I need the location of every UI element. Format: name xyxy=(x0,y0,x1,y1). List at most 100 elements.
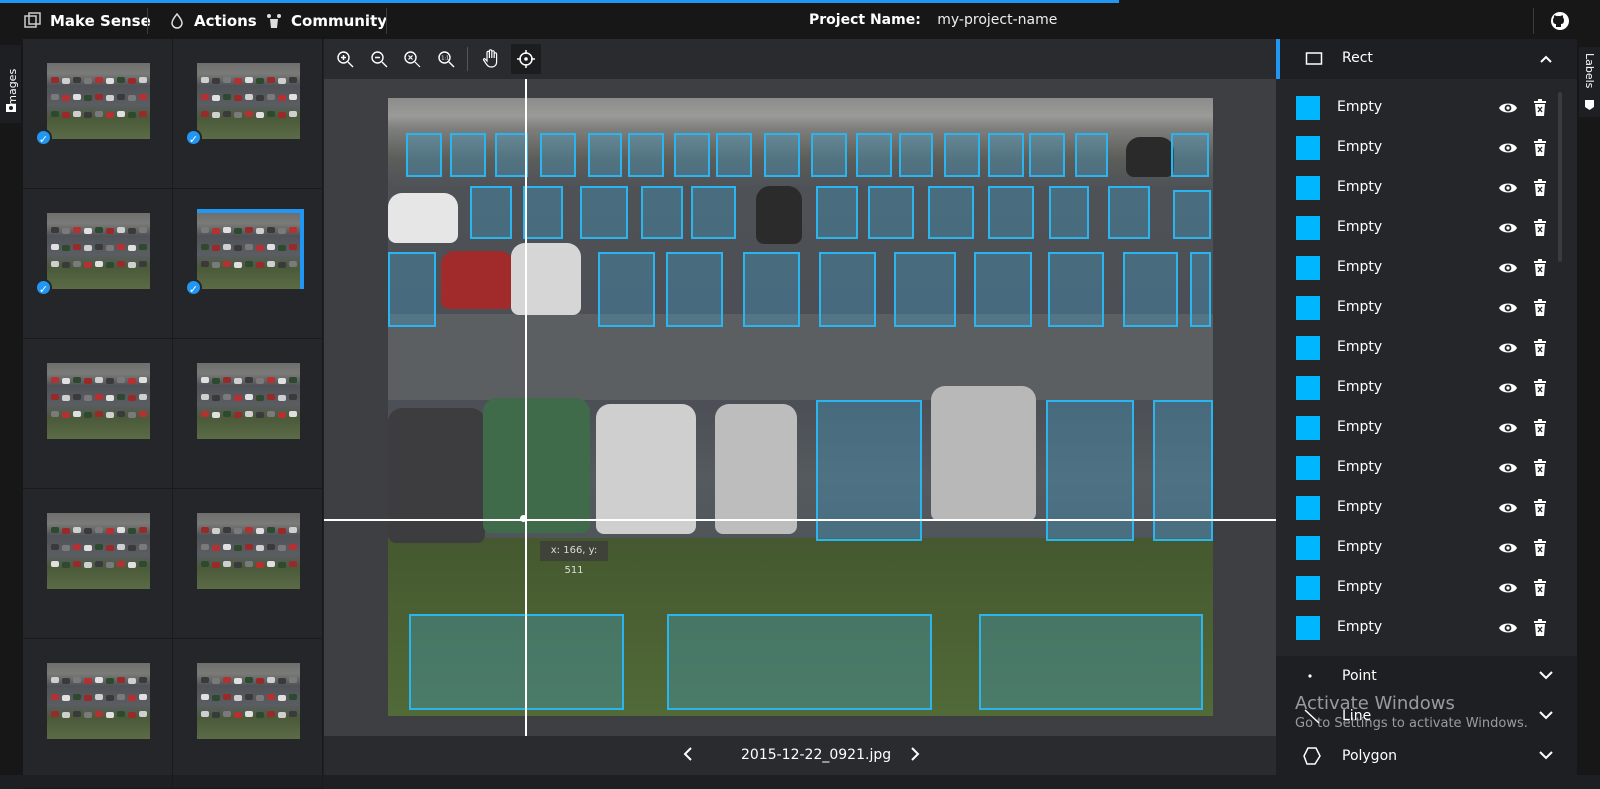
trash-icon[interactable] xyxy=(1532,578,1548,598)
image-thumbnail[interactable]: ✓ xyxy=(23,189,173,339)
label-color-swatch[interactable] xyxy=(1296,136,1320,160)
label-name[interactable]: Empty xyxy=(1337,259,1382,275)
label-color-swatch[interactable] xyxy=(1296,536,1320,560)
label-color-swatch[interactable] xyxy=(1296,616,1320,640)
rect-annotation[interactable] xyxy=(470,186,512,239)
rect-annotation[interactable] xyxy=(588,133,622,177)
rect-label-item[interactable]: Empty xyxy=(1296,288,1556,328)
rect-label-item[interactable]: Empty xyxy=(1296,488,1556,528)
label-color-swatch[interactable] xyxy=(1296,176,1320,200)
next-image-button[interactable] xyxy=(904,744,924,764)
brand-logo[interactable]: Make Sense xyxy=(24,10,151,32)
rect-annotation[interactable] xyxy=(988,186,1034,239)
trash-icon[interactable] xyxy=(1532,218,1548,238)
rect-annotation[interactable] xyxy=(628,133,664,177)
eye-icon[interactable] xyxy=(1498,298,1518,318)
eye-icon[interactable] xyxy=(1498,178,1518,198)
rect-label-item[interactable]: Empty xyxy=(1296,448,1556,488)
trash-icon[interactable] xyxy=(1532,98,1548,118)
rect-annotation[interactable] xyxy=(1108,186,1150,239)
label-name[interactable]: Empty xyxy=(1337,539,1382,555)
label-color-swatch[interactable] xyxy=(1296,256,1320,280)
eye-icon[interactable] xyxy=(1498,618,1518,638)
image-thumbnail[interactable]: ✓ xyxy=(173,39,323,189)
labels-tab[interactable]: Labels xyxy=(1579,47,1600,117)
label-color-swatch[interactable] xyxy=(1296,576,1320,600)
rect-annotation[interactable] xyxy=(1190,252,1211,327)
rect-annotation[interactable] xyxy=(979,614,1203,710)
eye-icon[interactable] xyxy=(1498,378,1518,398)
rect-annotation[interactable] xyxy=(928,186,974,239)
image-thumbnail[interactable] xyxy=(23,339,173,489)
actions-menu[interactable]: Actions xyxy=(168,10,257,32)
previous-image-button[interactable] xyxy=(679,744,699,764)
label-name[interactable]: Empty xyxy=(1337,179,1382,195)
image-thumbnail[interactable] xyxy=(23,489,173,639)
rect-annotation[interactable] xyxy=(1029,133,1065,177)
rect-annotation[interactable] xyxy=(743,252,800,327)
chevron-up-icon[interactable] xyxy=(1539,52,1553,66)
image-thumbnail[interactable] xyxy=(23,639,173,789)
rect-annotation[interactable] xyxy=(1075,133,1108,177)
rect-annotation[interactable] xyxy=(388,252,436,327)
rect-label-item[interactable]: Empty xyxy=(1296,128,1556,168)
rect-annotation[interactable] xyxy=(674,133,710,177)
eye-icon[interactable] xyxy=(1498,498,1518,518)
rect-label-item[interactable]: Empty xyxy=(1296,368,1556,408)
point-section-header[interactable]: Point xyxy=(1276,656,1577,696)
github-icon[interactable] xyxy=(1550,11,1570,31)
images-tab[interactable]: Images xyxy=(0,45,21,123)
rect-annotation[interactable] xyxy=(691,186,736,239)
label-color-swatch[interactable] xyxy=(1296,216,1320,240)
label-name[interactable]: Empty xyxy=(1337,459,1382,475)
label-color-swatch[interactable] xyxy=(1296,496,1320,520)
rect-label-item[interactable]: Empty xyxy=(1296,168,1556,208)
eye-icon[interactable] xyxy=(1498,458,1518,478)
label-color-swatch[interactable] xyxy=(1296,336,1320,360)
community-menu[interactable]: Community xyxy=(265,10,387,32)
label-name[interactable]: Empty xyxy=(1337,339,1382,355)
rect-label-item[interactable]: Empty xyxy=(1296,408,1556,448)
label-name[interactable]: Empty xyxy=(1337,219,1382,235)
image-thumbnail[interactable] xyxy=(173,339,323,489)
rect-annotation[interactable] xyxy=(666,252,723,327)
eye-icon[interactable] xyxy=(1498,138,1518,158)
label-name[interactable]: Empty xyxy=(1337,379,1382,395)
rect-annotation[interactable] xyxy=(764,133,800,177)
rect-annotation[interactable] xyxy=(944,133,980,177)
rect-annotation[interactable] xyxy=(868,186,914,239)
rect-annotation[interactable] xyxy=(974,252,1032,327)
eye-icon[interactable] xyxy=(1498,218,1518,238)
rect-annotation[interactable] xyxy=(523,186,563,239)
rect-label-item[interactable]: Empty xyxy=(1296,248,1556,288)
rect-annotation[interactable] xyxy=(1048,252,1104,327)
rect-annotation[interactable] xyxy=(988,133,1024,177)
eye-icon[interactable] xyxy=(1498,338,1518,358)
zoom-in-icon[interactable] xyxy=(330,44,360,74)
eye-icon[interactable] xyxy=(1498,258,1518,278)
label-color-swatch[interactable] xyxy=(1296,456,1320,480)
eye-icon[interactable] xyxy=(1498,98,1518,118)
rect-label-item[interactable]: Empty xyxy=(1296,608,1556,648)
trash-icon[interactable] xyxy=(1532,338,1548,358)
rect-annotation[interactable] xyxy=(1173,190,1211,239)
label-name[interactable]: Empty xyxy=(1337,419,1382,435)
rect-annotation[interactable] xyxy=(667,614,932,710)
rect-annotation[interactable] xyxy=(495,133,528,177)
rect-annotation[interactable] xyxy=(811,133,847,177)
label-color-swatch[interactable] xyxy=(1296,296,1320,320)
rect-annotation[interactable] xyxy=(1171,133,1209,177)
zoom-fit-icon[interactable] xyxy=(397,44,427,74)
zoom-out-icon[interactable] xyxy=(364,44,394,74)
label-color-swatch[interactable] xyxy=(1296,376,1320,400)
eye-icon[interactable] xyxy=(1498,538,1518,558)
labels-scrollbar[interactable] xyxy=(1558,92,1562,262)
image-thumbnail[interactable] xyxy=(173,489,323,639)
rect-annotation[interactable] xyxy=(1123,252,1178,327)
trash-icon[interactable] xyxy=(1532,258,1548,278)
annotated-image[interactable] xyxy=(388,98,1213,716)
rect-annotation[interactable] xyxy=(856,133,892,177)
polygon-section-header[interactable]: Polygon xyxy=(1276,736,1577,776)
label-name[interactable]: Empty xyxy=(1337,299,1382,315)
hand-icon[interactable] xyxy=(476,44,506,74)
